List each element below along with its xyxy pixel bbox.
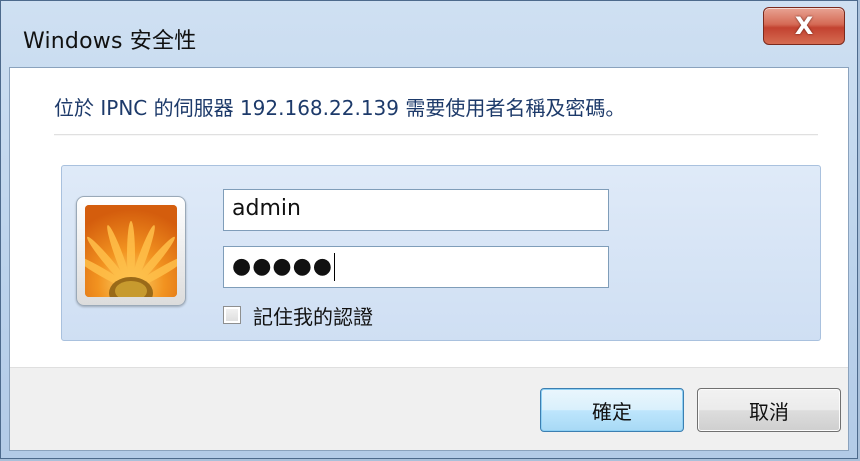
text-caret <box>333 253 335 281</box>
title-bar[interactable]: Windows 安全性 X <box>1 1 857 67</box>
cancel-button[interactable]: 取消 <box>697 388 841 432</box>
avatar <box>76 196 186 306</box>
security-dialog: Windows 安全性 X 位於 IPNC 的伺服器 192.168.22.13… <box>0 0 858 459</box>
ok-button[interactable]: 確定 <box>540 388 684 432</box>
window-title: Windows 安全性 <box>23 29 197 54</box>
close-icon: X <box>794 12 814 40</box>
credential-tile[interactable]: admin ●●●●● 記住我的認證 <box>61 165 821 341</box>
password-field[interactable]: ●●●●● <box>223 246 609 288</box>
button-bar: 確定 取消 <box>10 367 848 450</box>
username-field[interactable]: admin <box>223 189 609 231</box>
remember-checkbox[interactable] <box>223 306 241 324</box>
close-button[interactable]: X <box>763 7 845 45</box>
flower-image <box>85 205 177 297</box>
remember-label: 記住我的認證 <box>253 304 373 329</box>
dialog-body: 位於 IPNC 的伺服器 192.168.22.139 需要使用者名稱及密碼。 <box>9 67 849 451</box>
auth-message: 位於 IPNC 的伺服器 192.168.22.139 需要使用者名稱及密碼。 <box>54 96 626 120</box>
remember-credentials-option[interactable]: 記住我的認證 <box>223 303 373 329</box>
divider <box>54 134 818 136</box>
password-mask: ●●●●● <box>232 254 333 279</box>
user-tile-flower-icon <box>85 205 177 297</box>
